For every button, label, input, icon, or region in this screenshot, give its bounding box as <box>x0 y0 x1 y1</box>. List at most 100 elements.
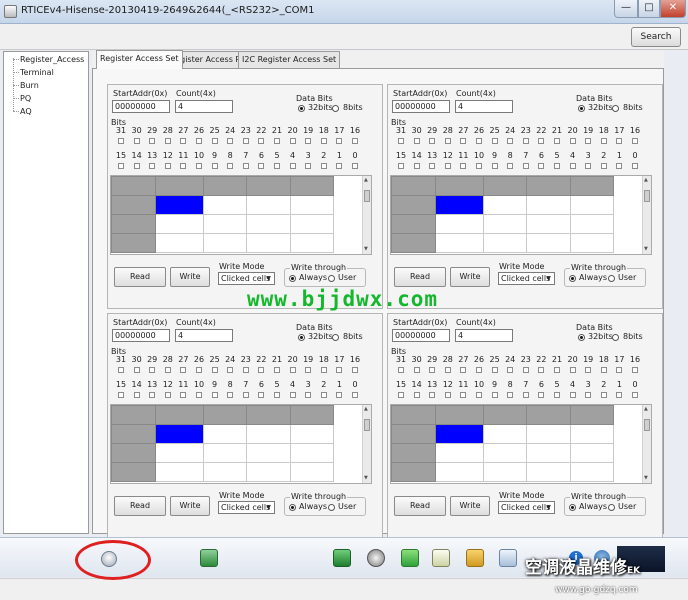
notepad-icon[interactable] <box>432 549 450 567</box>
bit-checkbox-14[interactable] <box>413 392 420 398</box>
table-cell[interactable] <box>289 462 335 482</box>
bit-checkbox-13[interactable] <box>149 163 156 169</box>
bit-checkbox-19[interactable] <box>585 367 592 373</box>
bit-checkbox-24[interactable] <box>507 367 514 373</box>
tree-item-pq[interactable]: PQ <box>20 94 31 103</box>
bit-checkbox-18[interactable] <box>320 138 327 144</box>
bit-checkbox-23[interactable] <box>242 138 249 144</box>
bits32-radio[interactable] <box>298 105 305 112</box>
bit-checkbox-15[interactable] <box>118 163 124 169</box>
bit-checkbox-16[interactable] <box>352 138 358 144</box>
bit-checkbox-6[interactable] <box>538 163 545 169</box>
table-cell[interactable] <box>155 214 204 234</box>
bit-checkbox-14[interactable] <box>133 392 140 398</box>
write-mode-select[interactable]: Clicked cells ▼ <box>498 501 555 514</box>
table-cell[interactable] <box>482 424 528 444</box>
bit-checkbox-5[interactable] <box>274 392 280 398</box>
bit-checkbox-1[interactable] <box>616 163 623 169</box>
bit-checkbox-6[interactable] <box>258 163 265 169</box>
table-cell[interactable] <box>435 233 484 253</box>
bit-checkbox-11[interactable] <box>460 163 467 169</box>
bit-checkbox-5[interactable] <box>554 392 560 398</box>
bit-checkbox-13[interactable] <box>429 163 436 169</box>
table-cell[interactable] <box>435 214 484 234</box>
bit-checkbox-15[interactable] <box>398 163 404 169</box>
bit-checkbox-27[interactable] <box>460 138 467 144</box>
grid-scrollbar[interactable]: ▲ ▼ <box>642 176 651 254</box>
folder-icon[interactable] <box>466 549 484 567</box>
bit-checkbox-5[interactable] <box>554 163 560 169</box>
bit-checkbox-28[interactable] <box>444 138 451 144</box>
table-cell[interactable] <box>289 214 335 234</box>
start-addr-input[interactable]: 00000000 <box>392 100 450 113</box>
tab-i2c-register-access-set[interactable]: I2C Register Access Set <box>238 51 341 68</box>
tree-item-terminal[interactable]: Terminal <box>20 68 54 77</box>
bit-checkbox-3[interactable] <box>585 163 592 169</box>
monitor-icon[interactable] <box>200 549 218 567</box>
bit-checkbox-29[interactable] <box>429 367 436 373</box>
write-button[interactable]: Write <box>170 496 210 516</box>
table-cell[interactable] <box>155 462 204 482</box>
tree-item-register-access[interactable]: Register_Access <box>20 55 84 64</box>
table-cell[interactable] <box>289 233 335 253</box>
bit-checkbox-22[interactable] <box>538 138 545 144</box>
table-cell[interactable] <box>482 214 528 234</box>
bit-checkbox-2[interactable] <box>320 163 327 169</box>
scroll-up-arrow-icon[interactable]: ▲ <box>644 177 648 183</box>
bit-checkbox-29[interactable] <box>429 138 436 144</box>
write-mode-select[interactable]: Clicked cells ▼ <box>218 272 275 285</box>
bit-checkbox-14[interactable] <box>133 163 140 169</box>
table-cell[interactable] <box>155 233 204 253</box>
scroll-up-arrow-icon[interactable]: ▲ <box>364 177 368 183</box>
bit-checkbox-23[interactable] <box>242 367 249 373</box>
table-cell[interactable] <box>526 195 571 215</box>
bit-checkbox-17[interactable] <box>616 367 623 373</box>
search-button[interactable]: Search <box>631 27 681 47</box>
bit-checkbox-3[interactable] <box>305 163 312 169</box>
read-button[interactable]: Read <box>114 267 166 287</box>
bits32-radio[interactable] <box>578 334 585 341</box>
table-cell[interactable] <box>526 424 571 444</box>
scroll-up-arrow-icon[interactable]: ▲ <box>364 406 368 412</box>
count-input[interactable]: 4 <box>175 329 233 342</box>
table-cell[interactable] <box>482 462 528 482</box>
scroll-thumb[interactable] <box>644 190 650 202</box>
grid-scrollbar[interactable]: ▲ ▼ <box>642 405 651 483</box>
bit-checkbox-20[interactable] <box>569 138 576 144</box>
scroll-up-arrow-icon[interactable]: ▲ <box>644 406 648 412</box>
bit-checkbox-11[interactable] <box>180 392 187 398</box>
bit-checkbox-12[interactable] <box>444 392 451 398</box>
bit-checkbox-21[interactable] <box>554 138 560 144</box>
bit-checkbox-29[interactable] <box>149 367 156 373</box>
table-cell[interactable] <box>202 233 248 253</box>
bit-checkbox-24[interactable] <box>227 138 234 144</box>
always-radio[interactable] <box>569 275 576 282</box>
bit-checkbox-10[interactable] <box>476 163 482 169</box>
bit-checkbox-31[interactable] <box>118 367 124 373</box>
grid-scrollbar[interactable]: ▲ ▼ <box>362 405 371 483</box>
bit-checkbox-16[interactable] <box>632 367 638 373</box>
bit-checkbox-1[interactable] <box>336 163 343 169</box>
bit-checkbox-28[interactable] <box>444 367 451 373</box>
bit-checkbox-20[interactable] <box>569 367 576 373</box>
bit-checkbox-10[interactable] <box>196 163 202 169</box>
bit-checkbox-0[interactable] <box>632 392 638 398</box>
bit-checkbox-11[interactable] <box>460 392 467 398</box>
write-button[interactable]: Write <box>450 267 490 287</box>
bit-checkbox-21[interactable] <box>274 367 280 373</box>
scroll-thumb[interactable] <box>364 190 370 202</box>
start-addr-input[interactable]: 00000000 <box>112 329 170 342</box>
table-cell[interactable] <box>482 195 528 215</box>
bit-checkbox-16[interactable] <box>632 138 638 144</box>
bit-checkbox-9[interactable] <box>211 163 218 169</box>
read-button[interactable]: Read <box>394 496 446 516</box>
bit-checkbox-8[interactable] <box>507 163 514 169</box>
bits8-radio[interactable] <box>612 105 619 112</box>
bit-checkbox-10[interactable] <box>196 392 202 398</box>
minimize-button[interactable]: — <box>614 0 638 18</box>
bit-checkbox-9[interactable] <box>491 163 498 169</box>
bit-checkbox-22[interactable] <box>258 138 265 144</box>
table-cell[interactable] <box>569 443 615 463</box>
bit-checkbox-28[interactable] <box>164 367 171 373</box>
table-cell[interactable] <box>246 233 291 253</box>
